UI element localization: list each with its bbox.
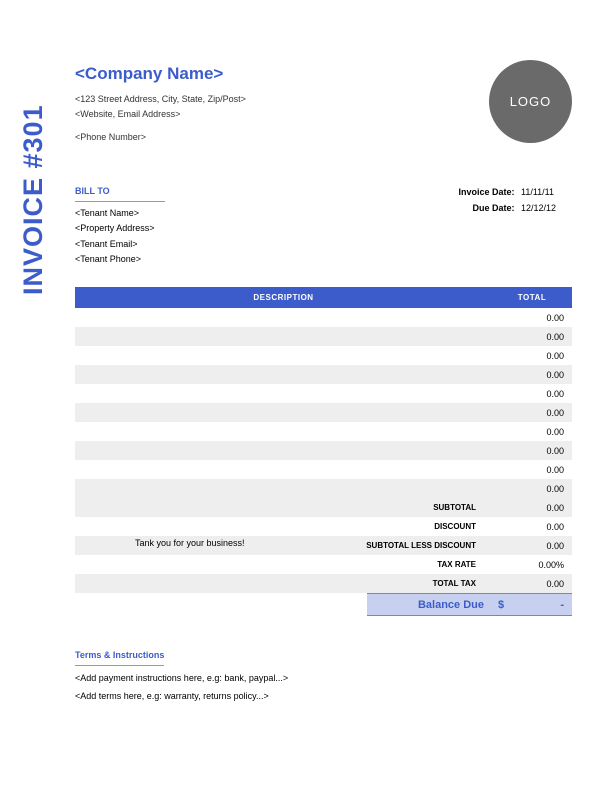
terms-line-1: <Add payment instructions here, e.g: ban… xyxy=(75,669,572,687)
row-description xyxy=(75,365,492,384)
table-row: 0.00 xyxy=(75,346,572,365)
due-date-label: Due Date: xyxy=(442,200,514,216)
terms-label: Terms & Instructions xyxy=(75,646,164,666)
table-row: 0.00 xyxy=(75,403,572,422)
row-description xyxy=(75,441,492,460)
balance-currency: $ xyxy=(492,599,527,611)
row-description xyxy=(75,384,492,403)
invoice-date-label: Invoice Date: xyxy=(442,184,514,200)
tax-rate-value: 0.00% xyxy=(492,560,572,570)
row-total: 0.00 xyxy=(492,346,572,365)
terms-line-2: <Add terms here, e.g: warranty, returns … xyxy=(75,687,572,705)
items-tbody: 0.000.000.000.000.000.000.000.000.000.00 xyxy=(75,308,572,498)
subtotal-label: SUBTOTAL xyxy=(75,503,492,512)
table-row: 0.00 xyxy=(75,460,572,479)
row-description xyxy=(75,479,492,498)
row-total: 0.00 xyxy=(492,422,572,441)
subtotal-less-value: 0.00 xyxy=(492,541,572,551)
discount-label: DISCOUNT xyxy=(75,522,492,531)
due-date-value: 12/12/12 xyxy=(517,200,572,216)
row-description xyxy=(75,403,492,422)
subtotal-value: 0.00 xyxy=(492,503,572,513)
table-row: 0.00 xyxy=(75,441,572,460)
property-address: <Property Address> xyxy=(75,221,165,236)
col-description: DESCRIPTION xyxy=(75,287,492,308)
row-description xyxy=(75,327,492,346)
tenant-name: <Tenant Name> xyxy=(75,206,165,221)
balance-label: Balance Due xyxy=(367,599,492,611)
row-total: 0.00 xyxy=(492,441,572,460)
row-total: 0.00 xyxy=(492,384,572,403)
row-total: 0.00 xyxy=(492,460,572,479)
table-row: 0.00 xyxy=(75,327,572,346)
tax-rate-label: TAX RATE xyxy=(75,560,492,569)
table-row: 0.00 xyxy=(75,365,572,384)
tenant-phone: <Tenant Phone> xyxy=(75,252,165,267)
company-web-email: <Website, Email Address> xyxy=(75,107,246,122)
invoice-meta: Invoice Date: 11/11/11 Due Date: 12/12/1… xyxy=(442,184,572,267)
logo: LOGO xyxy=(489,60,572,143)
table-row: 0.00 xyxy=(75,308,572,327)
table-row: 0.00 xyxy=(75,422,572,441)
row-description xyxy=(75,422,492,441)
col-total: TOTAL xyxy=(492,287,572,308)
bill-to-label: BILL TO xyxy=(75,184,165,202)
total-tax-label: TOTAL TAX xyxy=(75,579,492,588)
company-phone: <Phone Number> xyxy=(75,130,246,145)
row-total: 0.00 xyxy=(492,365,572,384)
table-row: 0.00 xyxy=(75,479,572,498)
discount-value: 0.00 xyxy=(492,522,572,532)
summary: Tank you for your business! SUBTOTAL 0.0… xyxy=(75,498,572,616)
bill-section: BILL TO <Tenant Name> <Property Address>… xyxy=(75,184,572,267)
header: <Company Name> <123 Street Address, City… xyxy=(75,60,572,146)
row-total: 0.00 xyxy=(492,403,572,422)
total-tax-value: 0.00 xyxy=(492,579,572,589)
company-name: <Company Name> xyxy=(75,60,246,89)
table-row: 0.00 xyxy=(75,384,572,403)
company-info: <Company Name> <123 Street Address, City… xyxy=(75,60,246,146)
row-total: 0.00 xyxy=(492,327,572,346)
balance-row: Balance Due $ - xyxy=(367,593,572,616)
invoice-side-title: INVOICE #301 xyxy=(18,104,49,295)
balance-value: - xyxy=(527,599,572,611)
thank-you-text: Tank you for your business! xyxy=(135,538,245,548)
row-total: 0.00 xyxy=(492,479,572,498)
company-address: <123 Street Address, City, State, Zip/Po… xyxy=(75,92,246,107)
tenant-email: <Tenant Email> xyxy=(75,237,165,252)
invoice-date-value: 11/11/11 xyxy=(517,184,572,200)
row-description xyxy=(75,460,492,479)
terms-section: Terms & Instructions <Add payment instru… xyxy=(75,646,572,705)
row-description xyxy=(75,308,492,327)
row-total: 0.00 xyxy=(492,308,572,327)
items-table: DESCRIPTION TOTAL 0.000.000.000.000.000.… xyxy=(75,287,572,498)
row-description xyxy=(75,346,492,365)
bill-to: BILL TO <Tenant Name> <Property Address>… xyxy=(75,184,165,267)
